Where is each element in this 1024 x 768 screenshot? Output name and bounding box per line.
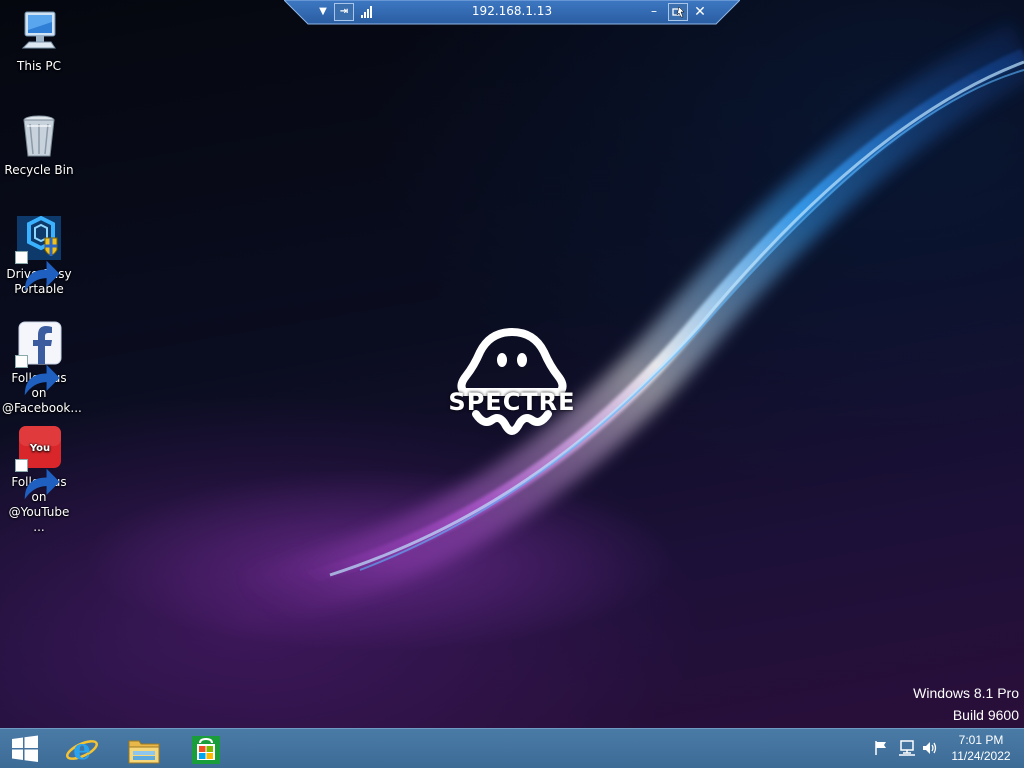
connection-bar-menu-button[interactable]: ▼ bbox=[316, 3, 330, 21]
minimize-button[interactable]: – bbox=[646, 2, 662, 20]
clock-date: 11/24/2022 bbox=[951, 749, 1011, 763]
connection-title: 192.168.1.13 bbox=[471, 4, 553, 18]
restore-button[interactable] bbox=[668, 3, 688, 21]
watermark-edition: Windows 8.1 Pro bbox=[913, 685, 1019, 701]
shortcut-arrow-icon bbox=[15, 459, 60, 500]
desktop-icon-label: This PC bbox=[17, 59, 61, 73]
chevron-down-icon: ▼ bbox=[319, 6, 327, 17]
close-button[interactable]: ✕ bbox=[692, 2, 708, 22]
store-button[interactable] bbox=[180, 729, 230, 768]
restore-icon bbox=[672, 6, 685, 18]
shortcut-arrow-icon bbox=[15, 355, 60, 396]
taskbar: e 7:01 PM 11/24/2022 bbox=[0, 728, 1024, 768]
windows-version-watermark: Windows 8.1 Pro Build 9600 bbox=[913, 682, 1019, 726]
signal-bars-icon[interactable] bbox=[360, 4, 374, 18]
file-explorer-button[interactable] bbox=[118, 729, 168, 768]
drivereasy-icon bbox=[15, 215, 63, 292]
desktop-icon-this-pc[interactable]: This PC bbox=[2, 8, 76, 74]
taskbar-clock[interactable]: 7:01 PM 11/24/2022 bbox=[944, 732, 1018, 764]
spectre-logo-text: SPECTRE bbox=[448, 388, 576, 416]
desktop-icon-label: Recycle Bin bbox=[4, 163, 74, 177]
clock-time: 7:01 PM bbox=[958, 733, 1004, 747]
pin-connection-bar-button[interactable]: ⇥ bbox=[334, 3, 354, 21]
store-icon bbox=[192, 736, 220, 764]
pin-icon: ⇥ bbox=[339, 6, 349, 17]
desktop-icon-drivereasy-portable[interactable]: DriverEasy Portable bbox=[2, 215, 76, 297]
youtube-icon: You bbox=[15, 424, 63, 500]
desktop-icon-recycle-bin[interactable]: Recycle Bin bbox=[2, 112, 76, 178]
facebook-icon bbox=[15, 320, 63, 396]
ghost-icon bbox=[457, 328, 567, 435]
internet-explorer-icon: e bbox=[66, 733, 98, 766]
start-icon bbox=[12, 735, 38, 762]
desktop-icon-facebook[interactable]: Follow us on @Facebook... bbox=[2, 320, 82, 416]
volume-icon[interactable] bbox=[921, 739, 939, 757]
action-center-flag-icon[interactable] bbox=[872, 739, 890, 757]
internet-explorer-button[interactable]: e bbox=[56, 729, 106, 768]
network-icon[interactable] bbox=[898, 739, 916, 757]
svg-text:e: e bbox=[73, 733, 91, 766]
start-button[interactable] bbox=[0, 729, 50, 768]
desktop-icon-youtube[interactable]: You Follow us on @YouTube ... bbox=[2, 424, 76, 535]
remote-connection-bar: ▼ ⇥ 192.168.1.13 – ✕ bbox=[284, 0, 740, 25]
spectre-logo: SPECTRE bbox=[436, 326, 588, 442]
computer-icon bbox=[15, 8, 63, 56]
minimize-icon: – bbox=[651, 4, 657, 18]
desktop[interactable]: This PC Recycle Bin Driver bbox=[0, 0, 1024, 728]
file-explorer-icon bbox=[128, 740, 160, 764]
shortcut-arrow-icon bbox=[15, 251, 60, 292]
watermark-build: Build 9600 bbox=[952, 707, 1019, 723]
close-icon: ✕ bbox=[694, 4, 706, 20]
recycle-bin-icon bbox=[15, 112, 63, 160]
